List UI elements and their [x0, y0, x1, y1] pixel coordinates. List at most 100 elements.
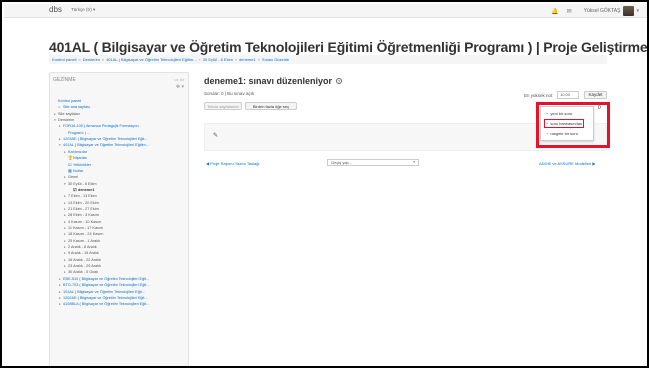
nav-tree-item-label: 30 Eylül - 6 Ekim	[68, 181, 97, 186]
breadcrumb-item[interactable]: deneme1	[239, 57, 256, 62]
nav-tree-item[interactable]: ▸ 28 Ekim - 3 Kasım	[64, 213, 99, 218]
breadcrumb-item[interactable]: Derslerim	[83, 57, 100, 62]
avatar[interactable]	[623, 6, 635, 16]
nav-tree-item-label: 11 Kasım - 17 Kasım	[68, 226, 104, 230]
nav-tree-item-label: Kontrol paneli	[58, 99, 82, 103]
breadcrumb-item[interactable]: 401AL ( Bilgisayar ve Öğretim Teknolojil…	[106, 57, 196, 62]
navigation-block-title: GEZİNME	[53, 77, 76, 83]
nav-tree-item[interactable]: ▸ 11 Kasım - 17 Kasım	[64, 226, 103, 231]
navbar-right: 🔔 ✉ Yüksel GÖKTAŞ ▾	[543, 6, 639, 16]
nav-tree-item-label: EBE-510 ( Bilgisayar ve Öğretim Teknoloj…	[63, 276, 150, 281]
nav-tree-item-label: 14 Ekim - 20 Ekim	[68, 200, 99, 205]
nav-tree-item[interactable]: ▸ Katılımcılar	[64, 150, 87, 155]
user-name[interactable]: Yüksel GÖKTAŞ	[584, 8, 621, 14]
window-frame: dbs Türkçe (tr) ▾ 🔔 ✉ Yüksel GÖKTAŞ ▾ 40…	[0, 0, 649, 368]
nav-tree-item[interactable]: ▸ 1203AE ( Bilgisayar ve Öğretim Teknoloj…	[59, 137, 148, 142]
help-icon[interactable]: ?	[336, 78, 342, 84]
nav-tree-item-label: 18 Kasım - 24 Kasım	[68, 232, 104, 237]
nav-tree-item[interactable]: ▦Notlar	[64, 169, 83, 174]
nav-tree-item-label: 28 Ekim - 3 Kasım	[68, 213, 100, 218]
breadcrumb-separator: »	[198, 57, 201, 62]
breadcrumb-separator: »	[101, 57, 105, 62]
pencil-icon[interactable]: ✎	[213, 132, 218, 139]
page-title: 401AL ( Bilgisayar ve Öğretim Teknolojil…	[49, 39, 648, 55]
nav-tree-item[interactable]: ▸ 30 Aralık - 5 Ocak	[64, 270, 98, 275]
nav-tree-item-label: Nişanlar	[73, 156, 87, 161]
nav-tree-item[interactable]: ⌂ Site ana sayfası	[54, 105, 90, 110]
user-menu-caret-icon[interactable]: ▾	[636, 8, 639, 14]
nav-tree-item[interactable]: ▸ EBE-510 ( Bilgisayar ve Öğretim Teknolo…	[59, 277, 149, 282]
nav-tree-item-label: Derslerim	[58, 118, 75, 123]
nav-tree-item[interactable]: ▾ Derslerim	[54, 118, 74, 123]
breadcrumb-item[interactable]: 30 Eylül - 6 Ekim	[203, 57, 233, 62]
nav-tree-item: ☑ deneme1	[69, 188, 94, 193]
quiz-stats: Sorular: 0 | Bu sınav açık	[204, 91, 255, 96]
nav-tree-item-label: FOR16-109 ( Almanca Pedagojik Formasyon	[63, 124, 139, 129]
max-grade-label: En yüksek not	[524, 93, 553, 98]
nav-tree-item-label: 4108BLA ( Bilgisayar ve Öğretim Teknoloj…	[63, 302, 150, 307]
nav-tree-item[interactable]: ▸ BTO-703 ( Bilgisayar ve Öğretim Teknolo…	[59, 283, 149, 288]
previous-activity-link[interactable]: ◀ Proje Raporu Yazım Taslağı	[206, 161, 260, 166]
nav-tree-item[interactable]: ▸ Genel	[64, 175, 78, 180]
breadcrumb: Kontrol paneli» Derslerim» 401AL ( Bilgisa…	[49, 55, 607, 64]
nav-tree-item[interactable]: ▸ 9 Aralık - 15 Aralık	[64, 251, 99, 256]
navigation-block: GEZİNME ▭ ▭ ✥ ▾ Kontrol paneli ⌂ Site ana …	[49, 72, 189, 366]
repaginate-button[interactable]: Tekrar sayfalandır	[204, 102, 242, 110]
breadcrumb-item[interactable]: Sınavı Düzenle	[262, 57, 289, 62]
nav-tree-item[interactable]: ▸ 16 Aralık - 22 Aralık	[64, 258, 101, 263]
nav-tree-item-label: Programı ) ...	[68, 130, 91, 135]
nav-tree-item-label: 2 Aralık - 8 Aralık	[68, 245, 97, 250]
nav-tree-item[interactable]: ▸ 7 Ekim - 13 Ekim	[64, 194, 97, 199]
nav-tree-item-label: deneme1	[78, 187, 95, 192]
site-brand[interactable]: dbs	[49, 5, 62, 14]
nav-tree-item-label: Katılımcılar	[68, 149, 87, 154]
nav-tree-item[interactable]: ▸ 25 Kasım - 1 Aralık	[64, 239, 100, 244]
nav-tree-item[interactable]: ▸ 1202AE ( Bilgisayar ve Öğretim Teknoloj…	[59, 296, 148, 301]
nav-tree-item-label: 30 Aralık - 5 Ocak	[68, 270, 99, 275]
nav-tree-item-label: 7 Ekim - 13 Ekim	[68, 194, 97, 199]
nav-tree-item-label: Site sayfaları	[58, 111, 80, 116]
nav-tree-item[interactable]: ▸ 18 Kasım - 24 Kasım	[64, 232, 103, 237]
chevron-down-icon: ▾	[413, 160, 415, 164]
nav-tree-item-label: 16 Aralık - 22 Aralık	[68, 257, 101, 262]
language-menu[interactable]: Türkçe (tr) ▾	[71, 7, 95, 13]
notifications-icon[interactable]: 🔔	[551, 8, 558, 15]
nav-tree-item[interactable]: ▸ 21 Ekim - 27 Ekim	[64, 207, 99, 212]
nav-tree-item-label: Site ana sayfası	[63, 105, 91, 110]
nav-tree-item[interactable]: ▸ FOR16-109 ( Almanca Pedagojik Formasyon	[59, 124, 139, 129]
nav-tree-item[interactable]: ▸ 101AL ( Bilgisayar ve Öğretim Teknoloji…	[59, 290, 145, 295]
nav-tree-item-label: 401AL ( Bilgisayar ve Öğretim Teknolojil…	[63, 143, 149, 148]
nav-tree-item[interactable]: ▸ Site sayfaları	[54, 112, 80, 117]
nav-tree-item-label: Notlar	[73, 168, 84, 173]
nav-tree-item[interactable]: ▾ 30 Eylül - 6 Ekim	[64, 182, 97, 187]
nav-tree-item[interactable]: ▸ 2 Aralık - 8 Aralık	[64, 245, 97, 250]
next-activity-link[interactable]: ADDIE ve ASSURE Modelleri ▶	[539, 161, 595, 166]
nav-tree-item-label: Genel	[68, 175, 79, 180]
nav-tree-item-label: 1202AE ( Bilgisayar ve Öğretim Teknoloji…	[63, 295, 148, 300]
max-grade-input[interactable]: 10,00	[557, 91, 579, 99]
nav-tree-item[interactable]: ▸ 4 Kasım - 10 Kasım	[64, 220, 101, 225]
save-button[interactable]: Kaydet	[584, 91, 607, 99]
breadcrumb-item[interactable]: Kontrol paneli	[52, 57, 76, 62]
nav-tree-item-label: BTO-703 ( Bilgisayar ve Öğretim Teknoloj…	[63, 283, 150, 288]
top-navbar: dbs Türkçe (tr) ▾ 🔔 ✉ Yüksel GÖKTAŞ ▾	[4, 4, 647, 18]
nav-tree-item[interactable]: Programı ) ...	[64, 131, 90, 136]
nav-tree-item-label: 25 Kasım - 1 Aralık	[68, 238, 101, 243]
block-move-icon[interactable]: ✥ ▾	[176, 84, 184, 90]
nav-tree-item[interactable]: 🏆Nişanlar	[64, 156, 87, 161]
nav-tree-item[interactable]: ▸ 14 Ekim - 20 Ekim	[64, 201, 99, 206]
nav-tree-item[interactable]: Kontrol paneli	[54, 99, 81, 104]
select-multiple-button[interactable]: Birden fazla öğe seç	[245, 102, 297, 110]
nav-tree-item-label: 21 Ekim - 27 Ekim	[68, 206, 99, 211]
jump-to-select[interactable]: Geçiş yap... ▾	[327, 159, 419, 166]
nav-tree-item-label: 1203AE ( Bilgisayar ve Öğretim Teknoloji…	[63, 137, 148, 142]
nav-tree-item-label: 4 Kasım - 10 Kasım	[68, 219, 102, 224]
nav-tree-item-label: 101AL ( Bilgisayar ve Öğretim Teknolojil…	[63, 289, 145, 294]
nav-tree-item[interactable]: ▸ 23 Aralık - 29 Aralık	[64, 264, 101, 269]
breadcrumb-separator: »	[78, 57, 81, 62]
nav-tree-item[interactable]: ☑ Yetkinlikler	[64, 163, 91, 168]
messages-icon[interactable]: ✉	[567, 8, 572, 15]
nav-tree-item[interactable]: ▸ 4108BLA ( Bilgisayar ve Öğretim Teknolo…	[59, 302, 149, 307]
block-dock-icon[interactable]: ▭ ▭	[174, 77, 184, 83]
nav-tree-item[interactable]: ▾ 401AL ( Bilgisayar ve Öğretim Teknoloji…	[59, 143, 149, 148]
